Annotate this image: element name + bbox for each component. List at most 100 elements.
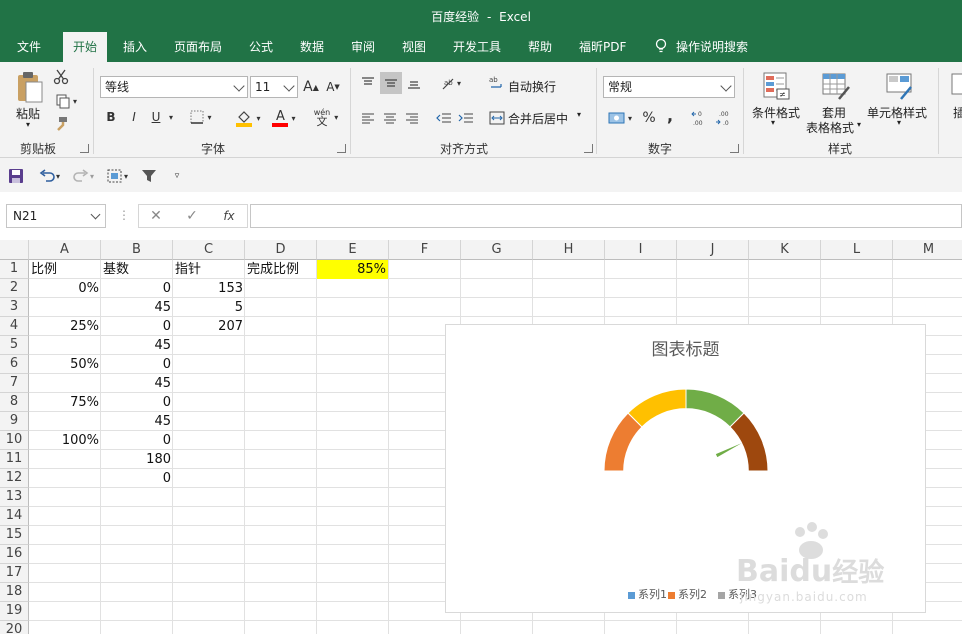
align-right-button[interactable] xyxy=(402,107,422,129)
decrease-indent-button[interactable] xyxy=(434,107,454,129)
cut-button[interactable] xyxy=(52,68,70,86)
cell-B5[interactable]: 45 xyxy=(103,336,171,355)
enter-icon[interactable]: ✓ xyxy=(183,207,201,225)
paste-dropdown-arrow[interactable]: ▾ xyxy=(26,120,30,129)
row-header-12[interactable]: 12 xyxy=(0,469,29,488)
tab-view[interactable]: 视图 xyxy=(402,32,426,62)
series1-slice-7[interactable] xyxy=(729,412,769,472)
align-top-button[interactable] xyxy=(358,72,378,94)
row-header-20[interactable]: 20 xyxy=(0,621,29,634)
customize-qat-button[interactable]: ▿ xyxy=(168,166,186,186)
copy-button[interactable]: ▾ xyxy=(52,92,80,110)
format-painter-button[interactable] xyxy=(52,115,70,133)
row-header-17[interactable]: 17 xyxy=(0,564,29,583)
font-dialog-launcher[interactable] xyxy=(337,144,346,153)
phonetic-guide-button[interactable]: wén 文 ▾ xyxy=(308,106,344,128)
number-format-select[interactable]: 常规 xyxy=(603,76,735,98)
gauge-chart[interactable]: 图表标题 系列1 系列2 系列3 xyxy=(445,324,926,613)
legend-item-series3[interactable]: 系列3 xyxy=(718,586,757,602)
align-middle-button[interactable] xyxy=(380,72,402,94)
cell-A6[interactable]: 50% xyxy=(31,355,99,374)
cell-B12[interactable]: 0 xyxy=(103,469,171,488)
row-header-11[interactable]: 11 xyxy=(0,450,29,469)
row-header-8[interactable]: 8 xyxy=(0,393,29,412)
cell-C2[interactable]: 153 xyxy=(175,279,243,298)
cell-B11[interactable]: 180 xyxy=(103,450,171,469)
cell-D1[interactable]: 完成比例 xyxy=(247,260,315,279)
align-bottom-button[interactable] xyxy=(404,72,424,94)
column-header-K[interactable]: K xyxy=(749,240,821,260)
cell-C3[interactable]: 5 xyxy=(175,298,243,317)
cell-B2[interactable]: 0 xyxy=(103,279,171,298)
grow-font-button[interactable]: A ▲ xyxy=(302,78,320,96)
alignment-dialog-launcher[interactable] xyxy=(584,144,593,153)
cell-B3[interactable]: 45 xyxy=(103,298,171,317)
legend-item-series1[interactable]: 系列1 xyxy=(628,586,667,602)
cell-A10[interactable]: 100% xyxy=(31,431,99,450)
row-header-13[interactable]: 13 xyxy=(0,488,29,507)
column-header-E[interactable]: E xyxy=(317,240,389,260)
align-left-button[interactable] xyxy=(358,107,378,129)
tab-formulas[interactable]: 公式 xyxy=(249,32,273,62)
accounting-format-button[interactable]: ▾ xyxy=(604,107,636,129)
cell-B4[interactable]: 0 xyxy=(103,317,171,336)
bold-button[interactable]: B xyxy=(103,108,119,126)
tab-page-layout[interactable]: 页面布局 xyxy=(174,32,222,62)
cell-B8[interactable]: 0 xyxy=(103,393,171,412)
row-header-7[interactable]: 7 xyxy=(0,374,29,393)
filter-button[interactable] xyxy=(138,166,160,186)
column-header-G[interactable]: G xyxy=(461,240,533,260)
tab-data[interactable]: 数据 xyxy=(300,32,324,62)
tab-file[interactable]: 文件 xyxy=(17,32,41,62)
row-header-14[interactable]: 14 xyxy=(0,507,29,526)
row-header-5[interactable]: 5 xyxy=(0,336,29,355)
row-header-19[interactable]: 19 xyxy=(0,602,29,621)
merge-center-button[interactable]: 合并后居中 xyxy=(508,110,568,127)
cell-A8[interactable]: 75% xyxy=(31,393,99,412)
column-header-D[interactable]: D xyxy=(245,240,317,260)
cell-B10[interactable]: 0 xyxy=(103,431,171,450)
column-header-B[interactable]: B xyxy=(101,240,173,260)
row-header-15[interactable]: 15 xyxy=(0,526,29,545)
row-header-2[interactable]: 2 xyxy=(0,279,29,298)
increase-indent-button[interactable] xyxy=(456,107,476,129)
row-header-1[interactable]: 1 xyxy=(0,260,29,279)
conditional-formatting-button[interactable]: 条件格式 xyxy=(752,104,800,121)
row-header-10[interactable]: 10 xyxy=(0,431,29,450)
underline-button[interactable]: U xyxy=(148,108,164,126)
font-size-select[interactable]: 11 xyxy=(250,76,298,98)
row-header-6[interactable]: 6 xyxy=(0,355,29,374)
row-header-16[interactable]: 16 xyxy=(0,545,29,564)
merge-dropdown[interactable]: ▾ xyxy=(577,110,581,119)
insert-cells-button[interactable]: 插 xyxy=(953,104,962,121)
undo-button[interactable]: ▾ xyxy=(34,166,64,186)
tell-me-search[interactable]: 操作说明搜索 xyxy=(654,32,748,62)
worksheet-grid[interactable]: ABCDEFGHIJKLM 1 2 3 4 5 6 7 8 9 10 11 12 13 14 15 16 17 1… xyxy=(0,240,962,634)
save-button[interactable] xyxy=(6,166,26,186)
fill-color-button[interactable]: ▾ xyxy=(232,108,264,128)
cell-styles-dropdown[interactable]: ▾ xyxy=(897,118,901,127)
redo-button[interactable]: ▾ xyxy=(68,166,98,186)
column-header-H[interactable]: H xyxy=(533,240,605,260)
select-objects-button[interactable]: ▾ xyxy=(102,166,132,186)
format-as-table-button[interactable]: 表格格式 xyxy=(806,119,854,136)
tab-review[interactable]: 审阅 xyxy=(351,32,375,62)
column-header-J[interactable]: J xyxy=(677,240,749,260)
paste-button[interactable] xyxy=(12,68,46,106)
font-color-button[interactable]: A ▾ xyxy=(268,108,300,128)
percent-style-button[interactable]: % xyxy=(640,107,658,129)
decrease-decimal-button[interactable]: .00.0 xyxy=(714,107,736,129)
row-header-18[interactable]: 18 xyxy=(0,583,29,602)
tab-foxit-pdf[interactable]: 福昕PDF xyxy=(579,32,626,62)
cell-A2[interactable]: 0% xyxy=(31,279,99,298)
column-header-A[interactable]: A xyxy=(29,240,101,260)
row-header-9[interactable]: 9 xyxy=(0,412,29,431)
align-center-button[interactable] xyxy=(380,107,400,129)
number-dialog-launcher[interactable] xyxy=(730,144,739,153)
insert-function-button[interactable]: fx xyxy=(219,206,239,226)
merge-icon-box[interactable] xyxy=(488,107,506,129)
row-header-4[interactable]: 4 xyxy=(0,317,29,336)
cell-B7[interactable]: 45 xyxy=(103,374,171,393)
column-header-M[interactable]: M xyxy=(893,240,962,260)
cell-A1[interactable]: 比例 xyxy=(31,260,99,279)
